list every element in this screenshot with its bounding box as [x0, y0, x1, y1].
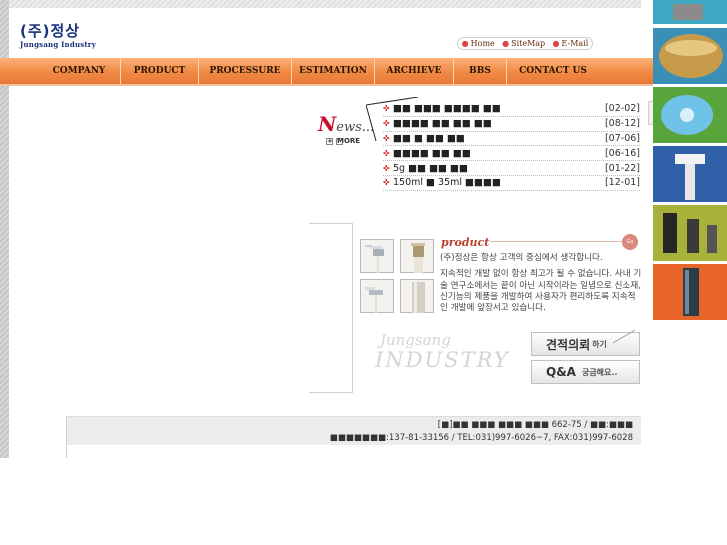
product-image[interactable] [653, 205, 727, 261]
nav-product[interactable]: PRODUCT [121, 58, 199, 84]
product-image[interactable] [653, 0, 727, 24]
product-image[interactable] [653, 264, 727, 320]
product-image-column [653, 0, 727, 320]
bullet-icon: ✜ [383, 163, 390, 173]
more-button[interactable]: + MORE [326, 137, 360, 145]
home-link[interactable]: ● Home [462, 39, 495, 48]
product-thumbnail[interactable] [400, 279, 434, 313]
product-thumbnail[interactable] [360, 239, 394, 273]
product-text-intro: (주)정상은 항상 고객의 중심에서 생각합니다. [440, 253, 603, 263]
footer-contact: ■■■■■■■:137-81-33156 / TEL:031)997-6026~… [329, 433, 633, 443]
product-thumbnail[interactable] [360, 279, 394, 313]
list-item[interactable]: ✜ 150ml ■ 35ml ■■■■ [12-01] [383, 176, 640, 191]
nav-company[interactable]: COMPANY [38, 58, 121, 84]
nav-bbs[interactable]: BBS [454, 58, 507, 84]
list-item[interactable]: ✜ ■■■■ ■■ ■■ [06-16] [383, 146, 640, 162]
list-item[interactable]: ✜ ■■ ■■■ ■■■■ ■■ [02-02] [383, 102, 640, 117]
product-go-button[interactable]: Go [622, 234, 638, 250]
nav-estimation[interactable]: ESTIMATION [292, 58, 375, 84]
company-logo-subtitle: Jungsang Industry [20, 40, 96, 49]
product-text-body: 지속적인 개발 없이 항상 최고가 될 수 없습니다. 사내 기술 연구소에서는… [440, 269, 642, 314]
product-section-title: product [441, 236, 490, 249]
bullet-icon: ✜ [383, 133, 390, 143]
estimate-request-button[interactable]: 견적의뢰 하기 [531, 329, 640, 361]
header: (주)정상 Jungsang Industry ● Home ● SiteMap ●… [9, 8, 641, 58]
product-description: (주)정상은 항상 고객의 중심에서 생각합니다. 지속적인 개발 없이 항상 … [440, 253, 642, 319]
cosmetic-bottle-image [412, 282, 425, 313]
divider [490, 241, 622, 242]
bullet-icon: ✜ [383, 104, 390, 114]
product-panel-frame [309, 223, 353, 393]
list-item[interactable]: ✜ 5g ■■ ■■ ■■ [01-22] [383, 161, 640, 176]
nav-archieve[interactable]: ARCHIEVE [375, 58, 454, 84]
pump-bottle-image [411, 243, 425, 273]
main-nav: COMPANY PRODUCT PROCESSURE ESTIMATION AR… [0, 58, 653, 86]
bullet-icon: ✜ [383, 148, 390, 158]
bullet-icon: ✜ [383, 178, 390, 188]
company-logo[interactable]: (주)정상 [20, 20, 80, 41]
qa-button[interactable]: Q&A 궁금해요.. [531, 360, 640, 384]
product-image[interactable] [653, 146, 727, 202]
plus-icon: + [326, 137, 333, 145]
pencil-icon [613, 329, 635, 361]
top-links: ● Home ● SiteMap ● E-Mail [457, 37, 593, 50]
email-link[interactable]: ● E-Mail [553, 39, 589, 48]
pump-bottle-image [365, 245, 384, 273]
list-item[interactable]: ✜ ■■ ■ ■■ ■■ [07-06] [383, 132, 640, 147]
nav-contact-us[interactable]: CONTACT US [507, 58, 599, 84]
pump-bottle-image [365, 287, 383, 313]
list-item[interactable]: ✜ ■■■■ ■■ ■■ ■■ [08-12] [383, 117, 640, 132]
industry-watermark: Jungsang INDUSTRY [375, 331, 510, 372]
bullet-icon: ✜ [383, 119, 390, 129]
sitemap-link[interactable]: ● SiteMap [502, 39, 545, 48]
product-image[interactable] [653, 28, 727, 84]
nav-processure[interactable]: PROCESSURE [199, 58, 292, 84]
news-list: ✜ ■■ ■■■ ■■■■ ■■ [02-02] ✜ ■■■■ ■■ ■■ ■■ [08… [383, 102, 640, 191]
footer: [■]■■ ■■■ ■■■ ■■■ 662-75 / ■■:■■■ ■■■■■■… [66, 416, 641, 445]
product-thumbnail[interactable] [400, 239, 434, 273]
top-decorative-band [9, 0, 641, 8]
footer-address: [■]■■ ■■■ ■■■ ■■■ 662-75 / ■■:■■■ [437, 420, 633, 430]
product-image[interactable] [653, 87, 727, 143]
